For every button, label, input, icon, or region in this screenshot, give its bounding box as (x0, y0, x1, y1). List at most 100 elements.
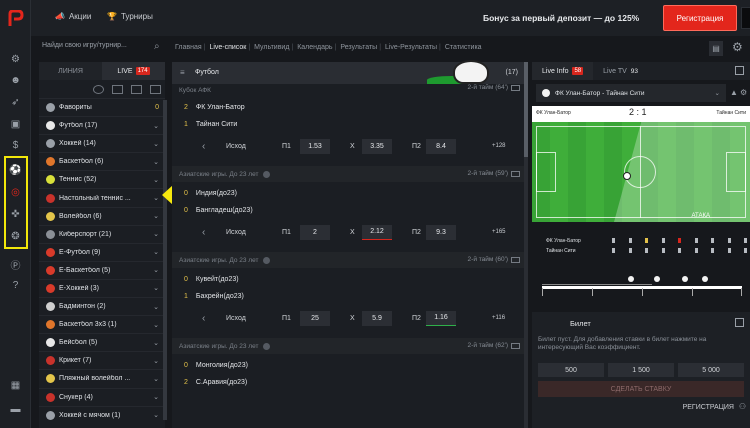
list-view-icon[interactable] (112, 84, 123, 94)
odd-button-p1[interactable]: 2 (300, 224, 330, 240)
sport-item[interactable]: Баскетбол 3x3 (1) ⌄ (39, 315, 165, 333)
crumb-results[interactable]: Результаты (340, 44, 377, 51)
chevron-down-icon[interactable]: ⌄ (153, 411, 159, 419)
register-button[interactable]: Регистрация (663, 5, 737, 31)
sport-item[interactable]: Бейсбол (5) ⌄ (39, 333, 165, 351)
tab-live[interactable]: LIVE 174 (102, 62, 165, 80)
settings-icon[interactable]: ⚙ (740, 88, 747, 97)
chevron-down-icon[interactable]: ⌄ (153, 393, 159, 401)
odd-button-x[interactable]: 5.9 (362, 310, 392, 326)
sport-item[interactable]: Настольный теннис ... ⌄ (39, 188, 165, 206)
odd-button-p2[interactable]: 1.16 (426, 310, 456, 326)
money-icon[interactable]: $ (8, 138, 23, 153)
chevron-down-icon[interactable]: ⌄ (153, 357, 159, 365)
crumb-calendar[interactable]: Календарь (297, 44, 332, 51)
sport-item[interactable]: Волейбол (6) ⌄ (39, 206, 165, 225)
sport-item[interactable]: E-Хоккей (3) ⌄ (39, 278, 165, 297)
sport-item[interactable]: E-Футбол (9) ⌄ (39, 242, 165, 261)
more-markets-link[interactable]: +165 (492, 229, 506, 235)
promotions-link[interactable]: 📣 Акции (55, 12, 91, 21)
chevron-down-icon[interactable]: ⌄ (153, 266, 159, 274)
sport-item[interactable]: Киберспорт (21) ⌄ (39, 224, 165, 243)
sport-item[interactable]: Снукер (4) ⌄ (39, 387, 165, 406)
chevron-down-icon[interactable]: ⌄ (153, 375, 159, 383)
collapse-icon[interactable]: ▲ (730, 88, 738, 97)
info-icon[interactable] (263, 170, 271, 178)
chevron-left-icon[interactable]: ‹ (202, 141, 205, 152)
match-selector[interactable]: ФК Улан-Батор - Тайнан Сити ⌄ (536, 84, 726, 102)
odd-button-x[interactable]: 2.12 (362, 224, 392, 240)
sport-item[interactable]: Хоккей с мячом (1) ⌄ (39, 405, 165, 424)
tab-live-tv[interactable]: Live TV 93 (593, 62, 648, 80)
info-icon[interactable] (263, 256, 271, 264)
odd-button-p2[interactable]: 9.3 (426, 224, 456, 240)
sport-item[interactable]: Теннис (52) ⌄ (39, 170, 165, 188)
sport-item[interactable]: Фавориты 0 (39, 98, 165, 116)
sport-item[interactable]: E-Баскетбол (5) ⌄ (39, 260, 165, 279)
chevron-left-icon[interactable]: ‹ (202, 313, 205, 324)
chevron-down-icon[interactable]: ⌄ (153, 194, 159, 202)
search-icon[interactable]: ⌕ (154, 41, 160, 52)
promo-text[interactable]: Бонус за первый депозит — до 125% (483, 13, 639, 23)
chevron-down-icon[interactable]: ⌄ (153, 176, 159, 184)
live-player-icon[interactable]: ☻ (8, 73, 23, 88)
stream-icon[interactable] (511, 171, 520, 177)
more-markets-link[interactable]: +128 (492, 143, 506, 149)
sport-item[interactable]: Бадминтон (2) ⌄ (39, 297, 165, 315)
odd-button-p1[interactable]: 25 (300, 310, 330, 326)
register-link[interactable]: РЕГИСТРАЦИЯ (683, 404, 734, 411)
gear-icon[interactable]: ⚙ (732, 40, 743, 54)
sport-item[interactable]: Пляжный волейбол ... ⌄ (39, 369, 165, 387)
stream-icon[interactable] (511, 257, 520, 263)
grid-view-icon[interactable] (150, 84, 161, 94)
settings-sport-icon[interactable]: ⚙ (8, 52, 23, 67)
stake-500-button[interactable]: 500 (538, 363, 604, 377)
tournaments-link[interactable]: 🏆 Турниры (107, 12, 153, 21)
stream-icon[interactable] (511, 343, 520, 349)
mobile-app-icon[interactable]: ▦ (8, 378, 23, 393)
desktop-icon[interactable]: ▬ (8, 402, 23, 417)
stake-1500-button[interactable]: 1 500 (608, 363, 674, 377)
event-card[interactable]: 2-й тайм (59') 0 Индия(до23) 0 Бангладеш(до2… (172, 170, 524, 252)
info-icon[interactable] (263, 342, 271, 350)
calculator-icon[interactable]: ▤ (709, 41, 723, 56)
brand-logo-icon[interactable] (7, 10, 24, 27)
rocket-icon[interactable]: ➶ (8, 95, 23, 110)
stake-5000-button[interactable]: 5 000 (678, 363, 744, 377)
compact-view-icon[interactable] (131, 84, 142, 94)
soccer-ball-icon[interactable]: ⚽ (8, 163, 23, 178)
sport-item[interactable]: Хоккей (14) ⌄ (39, 134, 165, 152)
odd-button-p1[interactable]: 1.53 (300, 138, 330, 154)
chevron-down-icon[interactable]: ⌄ (153, 248, 159, 256)
crumb-live-results[interactable]: Live-Результаты (385, 44, 437, 51)
tab-live-info[interactable]: Live Info 58 (532, 62, 594, 80)
help-icon[interactable]: ? (8, 278, 23, 293)
login-button[interactable]: Вход (741, 7, 750, 29)
chevron-down-icon[interactable]: ⌄ (153, 140, 159, 148)
event-card[interactable]: 2-й тайм (62') 0 Монголия(до23) 2 С.Аравия(д… (172, 342, 524, 394)
chevron-down-icon[interactable]: ⌄ (153, 339, 159, 347)
crumb-home[interactable]: Главная (175, 44, 202, 51)
more-markets-link[interactable]: +116 (492, 315, 505, 321)
promo-p-icon[interactable]: Ⓟ (8, 257, 23, 272)
sport-item[interactable]: Крикет (7) ⌄ (39, 351, 165, 369)
sidebar-scrollbar[interactable] (163, 100, 167, 420)
globe-icon[interactable] (93, 84, 104, 94)
tv-icon[interactable]: ▣ (8, 117, 23, 132)
expand-slip-icon[interactable] (735, 318, 744, 327)
event-card[interactable]: 2-й тайм (64') 2 ФК Улан-Батор 1 Тайнан Сити… (172, 84, 524, 166)
user-plus-icon[interactable]: ⚇ (739, 402, 746, 411)
tab-line[interactable]: ЛИНИЯ (39, 62, 102, 80)
sport-item[interactable]: Баскетбол (6) ⌄ (39, 152, 165, 170)
search-input[interactable]: Найди свою игру/турнир... (42, 42, 162, 49)
crumb-live-list[interactable]: Live-список (209, 44, 246, 51)
odd-button-p2[interactable]: 8.4 (426, 138, 456, 154)
sport-item[interactable]: Футбол (17) ⌄ (39, 116, 165, 134)
chevron-down-icon[interactable]: ⌄ (153, 158, 159, 166)
chevron-down-icon[interactable]: ⌄ (153, 230, 159, 238)
center-scrollbar[interactable] (524, 62, 528, 428)
crumb-multiview[interactable]: Мультивид (254, 44, 289, 51)
make-bet-button[interactable]: СДЕЛАТЬ СТАВКУ (538, 381, 744, 397)
chevron-down-icon[interactable]: ⌄ (153, 321, 159, 329)
chevron-down-icon[interactable]: ⌄ (153, 303, 159, 311)
